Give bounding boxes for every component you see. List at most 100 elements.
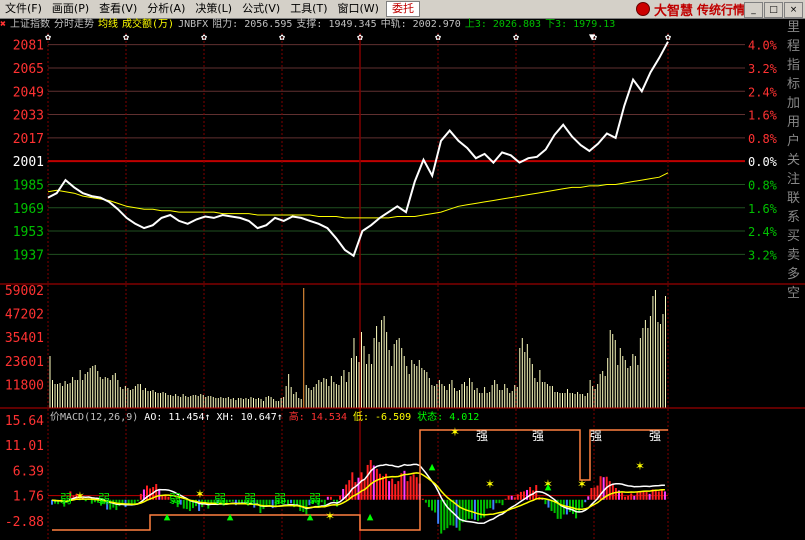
macd-star-marker-icon: ✶ bbox=[544, 476, 553, 492]
macd-star-marker-icon: ✶ bbox=[451, 424, 460, 440]
close-button[interactable]: × bbox=[784, 2, 803, 18]
macd-title: 价MACD(12,26,9) bbox=[50, 411, 144, 423]
time-marker-icon: ✿ bbox=[513, 32, 519, 43]
macd-status-line bbox=[52, 429, 668, 531]
resistance-label: 阻力: 2056.595 bbox=[212, 19, 293, 30]
macd-legend-item: XH: 10.647↑ bbox=[217, 412, 289, 423]
macd-triangle-marker-icon: ▲ bbox=[227, 510, 234, 523]
brand-logo: 大智慧 传统行情 bbox=[635, 1, 745, 19]
right-strip-char: 注 bbox=[787, 172, 801, 187]
menu-window[interactable]: 窗口(W) bbox=[333, 0, 384, 18]
time-marker-icon: ✿ bbox=[435, 32, 441, 43]
macd-annotation: 弱 bbox=[274, 492, 286, 506]
macd-axis-tick: 15.64 bbox=[5, 414, 44, 429]
macd-legend-item: AO: 11.454↑ bbox=[144, 412, 216, 423]
brand-subtitle: 传统行情 bbox=[696, 2, 745, 17]
price-axis-tick: 2017 bbox=[13, 132, 44, 147]
menu-view[interactable]: 查看(V) bbox=[94, 0, 142, 18]
macd-legend-item: 高: 14.534 bbox=[289, 410, 353, 423]
right-strip-char: 里 bbox=[787, 20, 801, 35]
price-axis-tick: 2081 bbox=[13, 39, 44, 54]
volume-axis-tick: 11800 bbox=[5, 378, 44, 393]
brand-name: 大智慧 bbox=[653, 3, 693, 19]
menu-decision[interactable]: 决策(L) bbox=[190, 0, 237, 18]
right-strip-char: 指 bbox=[787, 58, 801, 73]
macd-dea-line bbox=[51, 472, 665, 516]
right-strip-char: 系 bbox=[787, 210, 801, 225]
right-strip-char: 联 bbox=[787, 191, 801, 206]
macd-annotation: 弱 bbox=[98, 492, 110, 506]
pct-axis-tick: 0.8% bbox=[748, 178, 778, 192]
macd-star-marker-icon: ✶ bbox=[636, 458, 645, 474]
pct-axis-tick: 0.8% bbox=[748, 132, 778, 146]
macd-triangle-marker-icon: ▲ bbox=[367, 510, 374, 523]
time-marker-icon: ✿ bbox=[123, 32, 129, 43]
macd-axis-tick: -2.88 bbox=[5, 515, 44, 530]
time-marker-icon: ✿ bbox=[591, 32, 597, 43]
macd-legend-item: 状态: 4.012 bbox=[417, 410, 479, 423]
pct-axis-tick: 1.6% bbox=[748, 109, 778, 123]
menu-trade-button[interactable]: 委托 bbox=[385, 1, 420, 17]
window-controls: _ □ × bbox=[744, 2, 803, 18]
right-strip-char: 关 bbox=[787, 153, 801, 168]
macd-triangle-marker-icon: ▲ bbox=[164, 510, 171, 523]
right-strip-char: 用 bbox=[787, 115, 801, 130]
pct-axis-tick: 2.4% bbox=[748, 85, 778, 99]
down3-label: 下3: 1979.13 bbox=[545, 19, 616, 30]
volume-label: 成交额(万) bbox=[122, 19, 175, 30]
menu-tools[interactable]: 工具(T) bbox=[285, 0, 332, 18]
time-marker-icon: ✿ bbox=[201, 32, 207, 43]
menu-file[interactable]: 文件(F) bbox=[0, 0, 47, 18]
macd-annotation: 弱 bbox=[169, 492, 181, 506]
price-axis-tick: 1985 bbox=[13, 178, 44, 193]
maximize-button[interactable]: □ bbox=[764, 2, 783, 18]
price-axis-tick: 2033 bbox=[13, 109, 44, 124]
avg-price-line bbox=[47, 172, 669, 219]
volume-axis-tick: 23601 bbox=[5, 355, 44, 370]
right-strip-char: 程 bbox=[787, 39, 801, 54]
macd-legend: 价MACD(12,26,9) AO: 11.454↑ XH: 10.647↑ 高… bbox=[50, 410, 479, 423]
macd-axis-tick: 11.01 bbox=[5, 439, 44, 454]
macd-star-marker-icon: ✶ bbox=[578, 476, 587, 492]
macd-annotation: 强 bbox=[590, 429, 602, 443]
menu-formula[interactable]: 公式(V) bbox=[237, 0, 285, 18]
price-axis-tick: 1953 bbox=[13, 225, 44, 240]
pct-axis-tick: 1.6% bbox=[748, 202, 778, 216]
right-strip-char: 多 bbox=[787, 267, 801, 282]
time-marker-icon: ✿ bbox=[45, 32, 51, 43]
price-axis-tick: 1969 bbox=[13, 202, 44, 217]
macd-annotation: 强 bbox=[649, 429, 661, 443]
macd-annotation: 弱 bbox=[244, 492, 256, 506]
time-marker-icon: ✿ bbox=[357, 32, 363, 43]
intraday-chart: 2081 4.0% 2065 3.2% 2049 2.4% 2033 1.6% 2017 0.8%… bbox=[0, 32, 805, 540]
right-side-panel[interactable]: 里程指标加用户关注联系买卖多空 bbox=[787, 18, 805, 540]
chart-info-bar: ✖ 上证指数 分时走势 均线 成交额(万) JNBFX 阻力: 2056.595 支撑: 19… bbox=[0, 18, 750, 31]
menu-view-screen[interactable]: 画面(P) bbox=[47, 0, 94, 18]
brand-logo-icon bbox=[635, 2, 650, 16]
macd-legend-item: 低: -6.509 bbox=[353, 410, 417, 423]
minimize-button[interactable]: _ bbox=[744, 2, 763, 18]
volume-axis-tick: 59002 bbox=[5, 284, 44, 299]
price-panel-bg bbox=[48, 33, 668, 266]
macd-annotation: 弱 bbox=[60, 492, 72, 506]
macd-star-marker-icon: ✶ bbox=[326, 508, 335, 524]
close-icon[interactable]: ✖ bbox=[0, 19, 6, 30]
menu-analysis[interactable]: 分析(A) bbox=[142, 0, 190, 18]
pct-axis-tick: 4.0% bbox=[748, 39, 778, 53]
right-strip-char: 买 bbox=[787, 229, 801, 244]
volume-axis-tick: 47202 bbox=[5, 308, 44, 323]
right-strip-char: 加 bbox=[787, 96, 801, 111]
middle-label: 中轨: 2002.970 bbox=[380, 19, 461, 30]
macd-axis-tick: 6.39 bbox=[13, 464, 44, 479]
current-marker-icon: ▼ bbox=[589, 32, 595, 43]
macd-triangle-marker-icon: ▲ bbox=[307, 510, 314, 523]
price-axis-tick: 2049 bbox=[13, 85, 44, 100]
time-marker-icon: ✿ bbox=[665, 32, 671, 43]
right-strip-char: 户 bbox=[787, 134, 801, 149]
macd-star-marker-icon: ✶ bbox=[196, 486, 205, 502]
support-label: 支撑: 1949.345 bbox=[296, 19, 377, 30]
pct-axis-tick: 2.4% bbox=[748, 225, 778, 239]
macd-annotation: 强 bbox=[532, 429, 544, 443]
avg-label: 均线 bbox=[98, 19, 119, 30]
price-line bbox=[47, 41, 669, 258]
